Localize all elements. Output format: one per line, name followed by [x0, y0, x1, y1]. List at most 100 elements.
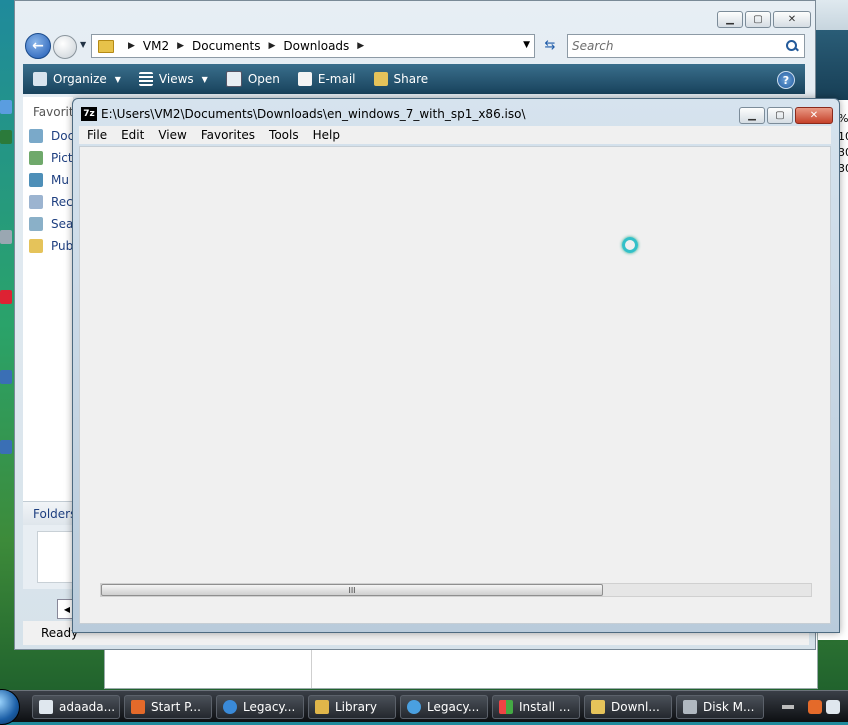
desktop-icon[interactable]	[0, 230, 12, 244]
menu-help[interactable]: Help	[313, 128, 340, 142]
chevron-right-icon[interactable]: ▶	[357, 41, 364, 51]
search-input[interactable]: Search	[568, 39, 786, 53]
7zip-titlebar[interactable]: 7z E:\Users\VM2\Documents\Downloads\en_w…	[81, 107, 525, 121]
folder-icon	[29, 239, 43, 253]
minimize-button[interactable]: ▁	[739, 107, 765, 124]
command-bar: Organize ▼ Views ▼ Open E-mail Share ?	[23, 64, 805, 94]
views-button[interactable]: Views ▼	[138, 72, 208, 86]
file-thumbnail	[37, 531, 73, 583]
share-icon	[373, 72, 388, 86]
search-box[interactable]: Search	[567, 34, 805, 58]
desktop-icon[interactable]	[0, 370, 12, 384]
breadcrumb-vm2[interactable]: VM2	[143, 39, 169, 53]
nav-item-documents[interactable]: Doc	[29, 129, 74, 143]
start-button[interactable]	[0, 689, 20, 725]
document-icon	[39, 700, 53, 714]
taskbar-button[interactable]: Downl...	[584, 695, 672, 719]
taskbar-button[interactable]: Legacy...	[216, 695, 304, 719]
taskbar-button-label: adaada...	[59, 700, 116, 714]
address-bar[interactable]: ▶ VM2 ▶ Documents ▶ Downloads ▶ ▼	[91, 34, 535, 58]
views-icon	[138, 72, 153, 86]
tray-app-icon[interactable]	[808, 700, 822, 714]
documents-icon	[29, 129, 43, 143]
envelope-icon	[297, 72, 312, 86]
breadcrumb-downloads[interactable]: Downloads	[283, 39, 349, 53]
open-icon	[225, 71, 242, 87]
taskbar-button-label: Start P...	[151, 700, 201, 714]
details-pane	[23, 525, 73, 589]
windows-flag-icon	[499, 700, 513, 714]
system-tray	[808, 695, 848, 719]
refresh-button[interactable]: ⇆	[539, 35, 561, 55]
desktop-icon[interactable]	[0, 100, 12, 114]
nav-item-recent[interactable]: Rec	[29, 195, 73, 209]
share-button[interactable]: Share	[373, 72, 428, 86]
scrollbar-thumb[interactable]: III	[101, 584, 603, 596]
library-icon	[315, 700, 329, 714]
address-row: ← ▼ ▶ VM2 ▶ Documents ▶ Downloads ▶ ▼ ⇆ …	[23, 32, 809, 59]
open-label: Open	[247, 72, 280, 86]
taskbar-button[interactable]: Disk M...	[676, 695, 764, 719]
explorer-titlebar[interactable]	[15, 1, 815, 31]
chevron-right-icon[interactable]: ▶	[128, 41, 135, 51]
email-button[interactable]: E-mail	[297, 72, 356, 86]
horizontal-scrollbar[interactable]: III	[100, 583, 812, 597]
favorites-heading: Favorit	[33, 105, 74, 119]
recent-icon	[29, 195, 43, 209]
taskbar-button[interactable]: Legacy...	[400, 695, 488, 719]
chevron-right-icon[interactable]: ▶	[268, 41, 275, 51]
taskbar-button[interactable]: adaada...	[32, 695, 120, 719]
nav-item-label: Pict	[51, 151, 73, 165]
back-button[interactable]: ←	[25, 33, 51, 59]
views-label: Views	[158, 72, 194, 86]
refresh-icon: ⇆	[544, 37, 556, 53]
searches-icon	[29, 217, 43, 231]
help-icon[interactable]: ?	[777, 71, 795, 89]
desktop-icon[interactable]	[0, 290, 12, 304]
maximize-button[interactable]: ▢	[745, 11, 771, 28]
menu-edit[interactable]: Edit	[121, 128, 144, 142]
nav-item-searches[interactable]: Sea	[29, 217, 73, 231]
breadcrumb-documents[interactable]: Documents	[192, 39, 260, 53]
organize-icon	[33, 72, 47, 86]
nav-item-music[interactable]: Mu	[29, 173, 69, 187]
window-title: E:\Users\VM2\Documents\Downloads\en_wind…	[101, 107, 526, 121]
taskbar-button[interactable]: Start P...	[124, 695, 212, 719]
history-dropdown-icon[interactable]: ▼	[80, 40, 86, 49]
maximize-button[interactable]: ▢	[767, 107, 793, 124]
menu-bar: File Edit View Favorites Tools Help	[79, 126, 831, 144]
desktop-icon[interactable]	[0, 440, 12, 454]
desktop-icon[interactable]	[0, 130, 12, 144]
upload-icon	[407, 700, 421, 714]
search-icon[interactable]	[786, 40, 798, 52]
organize-label: Organize	[53, 72, 107, 86]
organize-button[interactable]: Organize ▼	[33, 72, 121, 86]
close-button[interactable]: ✕	[773, 11, 811, 28]
7zip-logo-icon: 7z	[81, 107, 97, 121]
menu-file[interactable]: File	[87, 128, 107, 142]
nav-item-label: Sea	[51, 217, 74, 231]
taskbar-button[interactable]: Install ...	[492, 695, 580, 719]
busy-spinner-icon	[622, 237, 638, 253]
scroll-grip-icon: III	[348, 585, 356, 595]
taskbar-button[interactable]: Library	[308, 695, 396, 719]
nav-item-public[interactable]: Pub	[29, 239, 73, 253]
nav-item-pictures[interactable]: Pict	[29, 151, 73, 165]
disk-management-icon	[683, 700, 697, 714]
taskbar-grip[interactable]	[782, 705, 794, 709]
open-button[interactable]: Open	[225, 71, 280, 87]
menu-favorites[interactable]: Favorites	[201, 128, 255, 142]
forward-button[interactable]	[53, 35, 77, 59]
folders-toggle[interactable]: Folders	[23, 501, 76, 525]
file-list-area[interactable]: III	[79, 146, 831, 624]
menu-tools[interactable]: Tools	[269, 128, 299, 142]
address-dropdown-icon[interactable]: ▼	[523, 40, 530, 50]
7zip-window[interactable]: 7z E:\Users\VM2\Documents\Downloads\en_w…	[72, 98, 840, 633]
internet-explorer-icon	[223, 700, 237, 714]
desktop-icon-strip	[0, 100, 12, 460]
close-button[interactable]: ✕	[795, 107, 833, 124]
minimize-button[interactable]: ▁	[717, 11, 743, 28]
tray-app-icon[interactable]	[826, 700, 840, 714]
chevron-right-icon[interactable]: ▶	[177, 41, 184, 51]
menu-view[interactable]: View	[158, 128, 186, 142]
